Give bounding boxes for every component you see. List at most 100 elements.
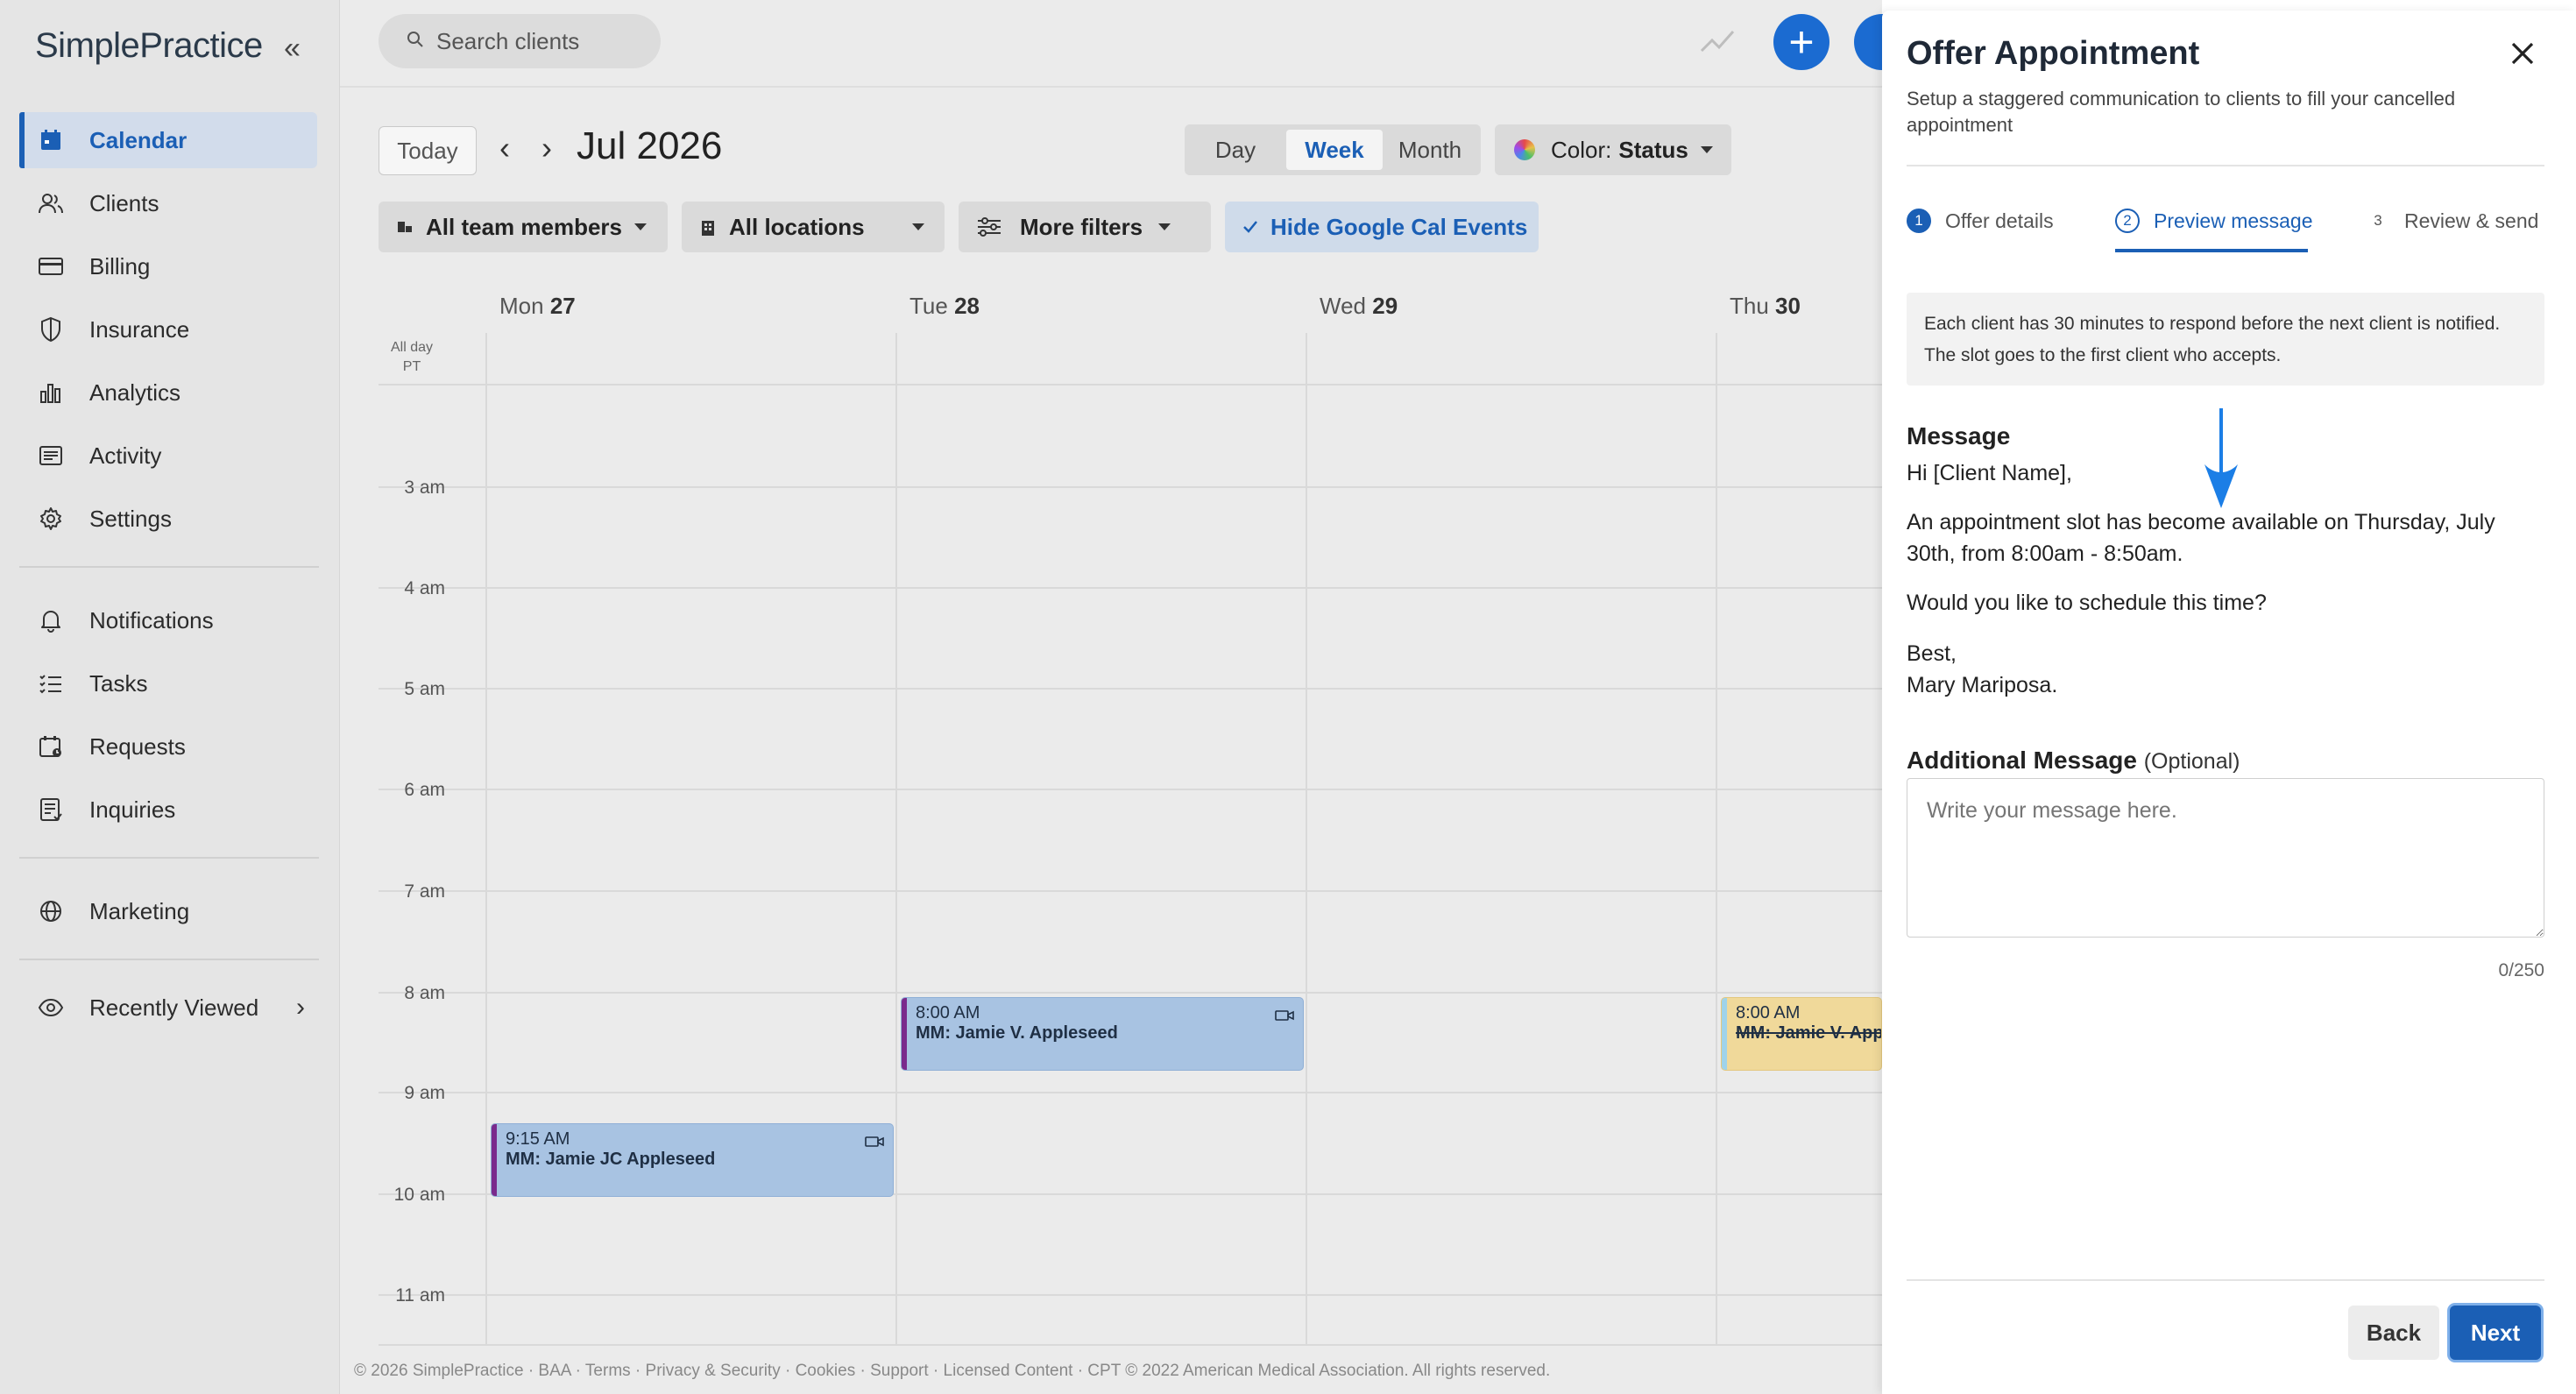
grid-line bbox=[379, 890, 1882, 892]
sidebar-item-activity[interactable]: Activity bbox=[19, 428, 317, 484]
view-week-button[interactable]: Week bbox=[1286, 130, 1383, 170]
search-input[interactable]: Search clients bbox=[379, 14, 661, 68]
step-review-send[interactable]: 3 Review & send bbox=[2366, 209, 2538, 233]
team-icon bbox=[396, 218, 414, 236]
month-title: Jul 2026 bbox=[577, 124, 723, 167]
panel-subtitle: Setup a staggered communication to clien… bbox=[1907, 88, 2456, 136]
day-header-thu[interactable]: Thu 30 bbox=[1730, 293, 1801, 320]
filter-label: Hide Google Cal Events bbox=[1270, 213, 1528, 240]
team-members-filter[interactable]: All team members bbox=[379, 202, 668, 252]
globe-icon bbox=[35, 899, 67, 923]
calendar-main: Search clients + Today ‹ › Jul 2026 Day … bbox=[340, 0, 1910, 1394]
message-question: Would you like to schedule this time? bbox=[1907, 591, 2267, 615]
topbar-divider bbox=[340, 86, 1882, 88]
view-day-button[interactable]: Day bbox=[1190, 130, 1281, 170]
sidebar-item-calendar[interactable]: Calendar bbox=[19, 112, 317, 168]
color-status-dropdown[interactable]: Color: Status bbox=[1495, 124, 1731, 175]
tasks-icon bbox=[35, 673, 67, 694]
grid-column-line bbox=[1306, 333, 1307, 1346]
building-icon bbox=[699, 217, 717, 237]
step-offer-details[interactable]: 1 Offer details bbox=[1907, 209, 2054, 233]
requests-icon bbox=[35, 734, 67, 759]
sidebar-item-recently-viewed[interactable]: Recently Viewed › bbox=[19, 980, 317, 1036]
active-step-indicator bbox=[2115, 249, 2308, 252]
color-label: Color: bbox=[1551, 136, 1612, 163]
sidebar-item-analytics[interactable]: Analytics bbox=[19, 364, 317, 421]
appointment-card[interactable]: 8:00 AM MM: Jamie V. Appleseed bbox=[901, 997, 1304, 1071]
check-icon bbox=[1242, 220, 1258, 234]
grid-line bbox=[379, 384, 1882, 386]
filter-label: All team members bbox=[426, 213, 622, 240]
collapse-sidebar-icon[interactable]: « bbox=[284, 33, 301, 63]
sidebar-item-tasks[interactable]: Tasks bbox=[19, 655, 317, 711]
appointment-card[interactable]: 9:15 AM MM: Jamie JC Appleseed bbox=[491, 1123, 894, 1197]
sidebar: SimplePractice « Calendar Clients Billin… bbox=[0, 0, 340, 1394]
eye-icon bbox=[35, 998, 67, 1017]
appointment-time: 9:15 AM bbox=[506, 1129, 570, 1149]
next-week-icon[interactable]: › bbox=[541, 130, 552, 166]
message-body: An appointment slot has become available… bbox=[1907, 510, 2495, 566]
sidebar-item-label: Analytics bbox=[89, 379, 181, 406]
clients-icon bbox=[35, 191, 67, 216]
footer-legal: © 2026 SimplePractice · BAA · Terms · Pr… bbox=[354, 1362, 1551, 1380]
sidebar-item-insurance[interactable]: Insurance bbox=[19, 301, 317, 357]
hour-label: 6 am bbox=[404, 780, 445, 800]
day-header-tue[interactable]: Tue 28 bbox=[909, 293, 980, 320]
billing-icon bbox=[35, 256, 67, 277]
step-label: Offer details bbox=[1945, 209, 2054, 232]
grid-column-line bbox=[1716, 333, 1717, 1346]
trend-icon[interactable] bbox=[1700, 25, 1735, 60]
video-icon bbox=[1275, 1007, 1294, 1027]
additional-message-input[interactable] bbox=[1907, 778, 2544, 938]
sidebar-item-label: Billing bbox=[89, 252, 151, 280]
sidebar-item-settings[interactable]: Settings bbox=[19, 491, 317, 547]
grid-line bbox=[379, 1344, 1882, 1346]
grid-column-line bbox=[485, 333, 487, 1346]
message-greeting: Hi [Client Name], bbox=[1907, 461, 2072, 485]
sidebar-divider bbox=[19, 566, 319, 568]
prev-week-icon[interactable]: ‹ bbox=[499, 130, 510, 166]
grid-line bbox=[379, 1294, 1882, 1296]
sidebar-item-label: Requests bbox=[89, 732, 186, 760]
appointment-time: 8:00 AM bbox=[916, 1003, 980, 1023]
hide-google-cal-toggle[interactable]: Hide Google Cal Events bbox=[1225, 202, 1539, 252]
video-icon bbox=[865, 1133, 884, 1153]
sidebar-item-notifications[interactable]: Notifications bbox=[19, 592, 317, 648]
shield-icon bbox=[35, 316, 67, 343]
sidebar-item-clients[interactable]: Clients bbox=[19, 175, 317, 231]
color-value: Status bbox=[1618, 136, 1688, 163]
character-count: 0/250 bbox=[2498, 960, 2544, 980]
panel-footer-divider bbox=[1907, 1279, 2544, 1281]
cancelled-appointment-card[interactable]: 8:00 AM MM: Jamie V. App bbox=[1721, 997, 1882, 1071]
today-button[interactable]: Today bbox=[379, 126, 477, 175]
appointment-title: MM: Jamie JC Appleseed bbox=[506, 1150, 716, 1169]
close-icon[interactable] bbox=[2509, 40, 2536, 71]
hour-label: 4 am bbox=[404, 578, 445, 598]
next-button[interactable]: Next bbox=[2450, 1306, 2541, 1360]
locations-filter[interactable]: All locations bbox=[682, 202, 945, 252]
appointment-time: 8:00 AM bbox=[1736, 1003, 1801, 1023]
day-header-mon[interactable]: Mon 27 bbox=[499, 293, 576, 320]
simplepractice-logo[interactable]: SimplePractice bbox=[35, 26, 263, 66]
sidebar-item-label: Activity bbox=[89, 442, 162, 469]
search-icon bbox=[407, 31, 424, 53]
inquiries-icon bbox=[35, 797, 67, 822]
view-month-button[interactable]: Month bbox=[1384, 130, 1476, 170]
hour-label: 9 am bbox=[404, 1083, 445, 1103]
sidebar-item-billing[interactable]: Billing bbox=[19, 238, 317, 294]
sidebar-item-requests[interactable]: Requests bbox=[19, 718, 317, 775]
hour-label: 5 am bbox=[404, 679, 445, 699]
back-button[interactable]: Back bbox=[2348, 1306, 2439, 1360]
message-heading: Message bbox=[1907, 422, 2011, 449]
sidebar-item-label: Recently Viewed bbox=[89, 994, 259, 1021]
day-header-wed[interactable]: Wed 29 bbox=[1320, 293, 1398, 320]
appointment-title: MM: Jamie V. Appleseed bbox=[916, 1023, 1118, 1043]
add-button[interactable]: + bbox=[1773, 14, 1829, 70]
filter-label: All locations bbox=[729, 213, 865, 240]
grid-column-line bbox=[895, 333, 897, 1346]
sidebar-item-inquiries[interactable]: Inquiries bbox=[19, 782, 317, 838]
more-filters-button[interactable]: More filters bbox=[959, 202, 1211, 252]
sidebar-item-marketing[interactable]: Marketing bbox=[19, 883, 317, 939]
step-preview-message[interactable]: 2 Preview message bbox=[2115, 209, 2313, 233]
activity-icon bbox=[35, 445, 67, 466]
